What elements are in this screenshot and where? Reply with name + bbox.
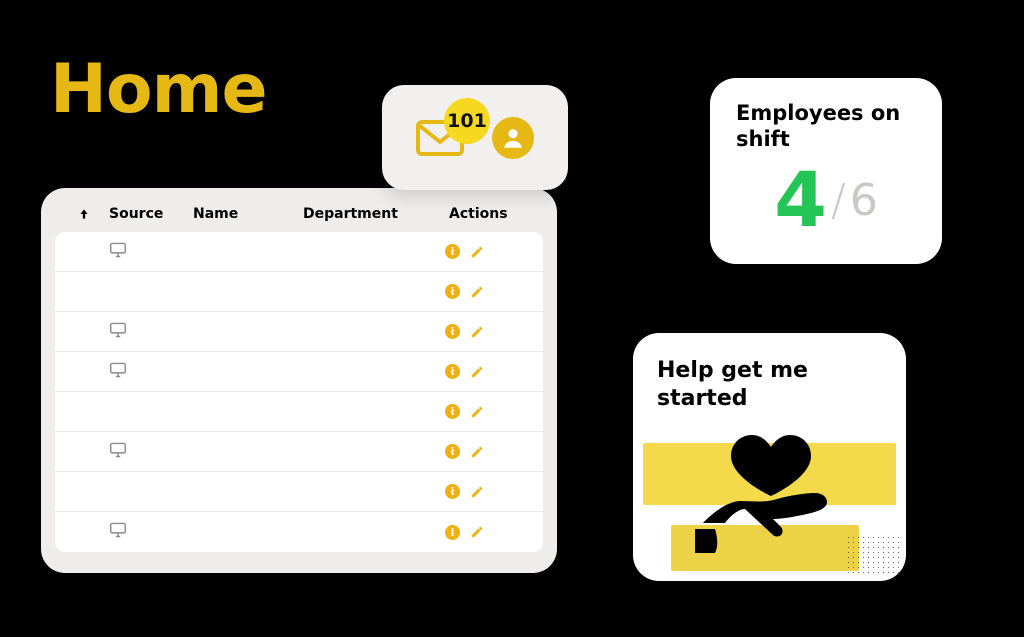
info-button[interactable]: i bbox=[445, 404, 460, 419]
table-header-row: Source Name Department Actions bbox=[55, 206, 543, 232]
info-button[interactable]: i bbox=[445, 364, 460, 379]
table-row[interactable]: i bbox=[55, 352, 543, 392]
data-table-card: Source Name Department Actions i i i i i i i i bbox=[41, 188, 557, 573]
source-cell bbox=[105, 242, 189, 262]
actions-cell: i bbox=[445, 364, 537, 379]
source-cell bbox=[105, 522, 189, 542]
edit-button[interactable] bbox=[470, 285, 484, 299]
help-card-illustration bbox=[643, 425, 896, 571]
source-cell bbox=[105, 362, 189, 382]
actions-cell: i bbox=[445, 244, 537, 259]
employees-on-shift-value: 4 bbox=[774, 162, 827, 238]
monitor-icon bbox=[109, 522, 127, 542]
table-row[interactable]: i bbox=[55, 512, 543, 552]
table-row[interactable]: i bbox=[55, 472, 543, 512]
monitor-icon bbox=[109, 362, 127, 382]
table-row[interactable]: i bbox=[55, 272, 543, 312]
monitor-icon bbox=[109, 242, 127, 262]
source-cell bbox=[105, 322, 189, 342]
source-cell bbox=[105, 442, 189, 462]
col-source[interactable]: Source bbox=[109, 206, 193, 222]
col-department[interactable]: Department bbox=[303, 206, 449, 222]
col-actions: Actions bbox=[449, 206, 541, 222]
employees-on-shift-card[interactable]: Employees on shift 4 / 6 bbox=[710, 78, 942, 264]
col-name[interactable]: Name bbox=[193, 206, 303, 222]
table-body: i i i i i i i i bbox=[55, 232, 543, 552]
edit-button[interactable] bbox=[470, 405, 484, 419]
edit-button[interactable] bbox=[470, 445, 484, 459]
employees-total-value: 6 bbox=[850, 175, 878, 226]
info-button[interactable]: i bbox=[445, 324, 460, 339]
edit-button[interactable] bbox=[470, 525, 484, 539]
help-card-title: Help get me started bbox=[657, 357, 882, 412]
table-row[interactable]: i bbox=[55, 432, 543, 472]
edit-button[interactable] bbox=[470, 245, 484, 259]
info-button[interactable]: i bbox=[445, 484, 460, 499]
actions-cell: i bbox=[445, 324, 537, 339]
monitor-icon bbox=[109, 322, 127, 342]
page-title: Home bbox=[50, 50, 267, 129]
texture-decoration bbox=[846, 535, 900, 575]
help-get-started-card[interactable]: Help get me started bbox=[633, 333, 906, 581]
actions-cell: i bbox=[445, 284, 537, 299]
info-button[interactable]: i bbox=[445, 284, 460, 299]
inbox-button[interactable]: 101 bbox=[416, 120, 464, 156]
table-row[interactable]: i bbox=[55, 392, 543, 432]
monitor-icon bbox=[109, 442, 127, 462]
actions-cell: i bbox=[445, 444, 537, 459]
employees-count: 4 / 6 bbox=[736, 153, 916, 249]
table-row[interactable]: i bbox=[55, 312, 543, 352]
avatar-button[interactable] bbox=[492, 117, 534, 159]
edit-button[interactable] bbox=[470, 485, 484, 499]
actions-cell: i bbox=[445, 484, 537, 499]
sort-arrow-up-icon[interactable] bbox=[59, 207, 109, 221]
edit-button[interactable] bbox=[470, 365, 484, 379]
employees-card-title: Employees on shift bbox=[736, 100, 916, 153]
actions-cell: i bbox=[445, 404, 537, 419]
unread-badge: 101 bbox=[444, 98, 490, 144]
table-row[interactable]: i bbox=[55, 232, 543, 272]
info-button[interactable]: i bbox=[445, 525, 460, 540]
edit-button[interactable] bbox=[470, 325, 484, 339]
hand-heart-icon bbox=[695, 425, 845, 553]
info-button[interactable]: i bbox=[445, 244, 460, 259]
info-button[interactable]: i bbox=[445, 444, 460, 459]
header-actions: 101 bbox=[382, 85, 568, 190]
employees-separator: / bbox=[831, 175, 846, 226]
actions-cell: i bbox=[445, 525, 537, 540]
